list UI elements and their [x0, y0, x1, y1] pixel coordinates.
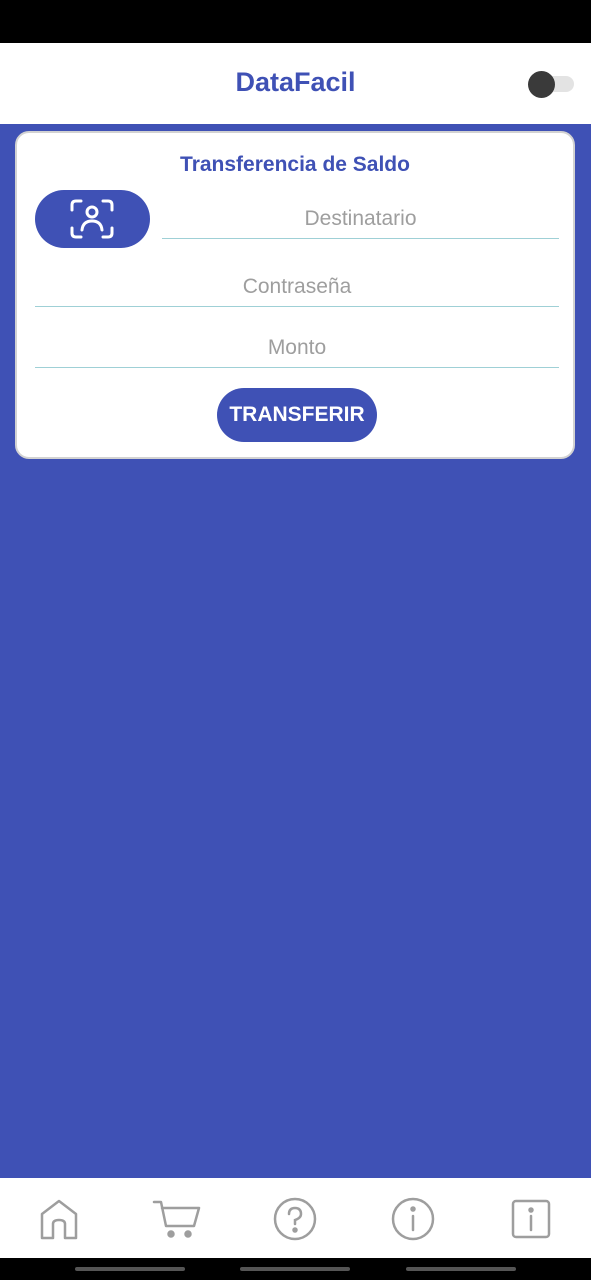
theme-toggle[interactable]	[528, 71, 575, 98]
system-nav-bar	[0, 1258, 591, 1280]
card-title: Transferencia de Saldo	[180, 153, 410, 176]
status-bar	[0, 0, 591, 43]
nav-home[interactable]	[36, 1196, 84, 1244]
help-icon	[273, 1197, 317, 1241]
scan-contact-button[interactable]	[35, 190, 150, 248]
transfer-card: Transferencia de Saldo Destinatario Cont…	[15, 131, 575, 459]
recipient-field[interactable]: Destinatario	[162, 203, 559, 239]
system-nav-home[interactable]	[240, 1267, 350, 1271]
nav-cart[interactable]	[152, 1196, 201, 1244]
info-square-icon	[511, 1199, 551, 1239]
info-icon	[391, 1197, 435, 1241]
face-scan-icon	[70, 199, 114, 239]
app-bar: DataFacil	[0, 43, 591, 124]
toggle-knob	[528, 71, 555, 98]
nav-about[interactable]	[508, 1196, 556, 1244]
amount-field[interactable]: Monto	[35, 332, 559, 368]
system-nav-recents[interactable]	[406, 1267, 516, 1271]
nav-help[interactable]	[272, 1196, 320, 1244]
home-icon	[40, 1199, 78, 1240]
app-title: DataFacil	[235, 67, 356, 97]
transfer-button[interactable]: TRANSFERIR	[217, 388, 377, 442]
cart-icon	[152, 1200, 201, 1238]
password-field[interactable]: Contraseña	[35, 271, 559, 307]
nav-info[interactable]	[390, 1196, 438, 1244]
bottom-nav	[0, 1178, 591, 1258]
system-nav-back[interactable]	[75, 1267, 185, 1271]
